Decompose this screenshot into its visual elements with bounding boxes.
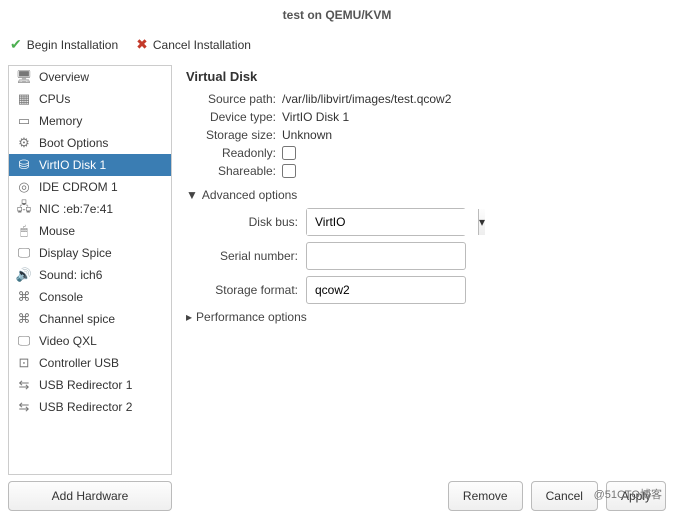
sidebar-item-label: Boot Options [39, 136, 108, 150]
device-icon: ⇆ [15, 377, 33, 393]
device-type-value: VirtIO Disk 1 [282, 110, 349, 124]
shareable-label: Shareable: [186, 164, 282, 178]
remove-button[interactable]: Remove [448, 481, 523, 511]
sidebar-item-label: USB Redirector 2 [39, 400, 132, 414]
device-icon: ⛁ [15, 157, 33, 173]
device-icon: ⌘ [15, 311, 33, 327]
sidebar-item-label: Memory [39, 114, 82, 128]
device-icon: ◎ [15, 179, 33, 195]
sidebar-item-label: Channel spice [39, 312, 115, 326]
sidebar-item[interactable]: 🖧 NIC :eb:7e:41 [9, 198, 171, 220]
cancel-installation-label: Cancel Installation [153, 38, 251, 52]
sidebar-item-label: Console [39, 290, 83, 304]
storage-format-input[interactable] [306, 276, 466, 304]
sidebar-item-label: VirtIO Disk 1 [39, 158, 106, 172]
chevron-down-icon: ▾ [479, 215, 485, 229]
apply-button[interactable]: Apply [606, 481, 666, 511]
sidebar-item-label: Display Spice [39, 246, 112, 260]
sidebar: 🖥 Overview ▦ CPUs ▭ Memory ⚙ Boot Options ⛁ VirtI… [8, 65, 172, 475]
device-list: 🖥 Overview ▦ CPUs ▭ Memory ⚙ Boot Options ⛁ VirtI… [9, 66, 171, 474]
sidebar-item[interactable]: 🖱 Mouse [9, 220, 171, 242]
disk-bus-dropdown-button[interactable]: ▾ [478, 209, 485, 235]
readonly-label: Readonly: [186, 146, 282, 160]
sidebar-item[interactable]: 🖵 Video QXL [9, 330, 171, 352]
cancel-icon: ✖ [136, 36, 148, 53]
advanced-options-toggle[interactable]: ▼ Advanced options [186, 188, 660, 202]
check-icon: ✔ [10, 36, 22, 53]
device-icon: 🖵 [15, 333, 33, 349]
chevron-down-icon: ▼ [186, 188, 198, 202]
device-icon: 🔊 [15, 267, 33, 283]
sidebar-item[interactable]: ⇆ USB Redirector 1 [9, 374, 171, 396]
details-panel: Virtual Disk Source path: /var/lib/libvi… [180, 65, 666, 475]
device-icon: ⊡ [15, 355, 33, 371]
device-icon: 🖥 [15, 69, 33, 85]
sidebar-item-label: Controller USB [39, 356, 119, 370]
sidebar-item[interactable]: ⌘ Channel spice [9, 308, 171, 330]
storage-size-value: Unknown [282, 128, 332, 142]
device-type-label: Device type: [186, 110, 282, 124]
begin-installation-label: Begin Installation [27, 38, 118, 52]
sidebar-item[interactable]: ▭ Memory [9, 110, 171, 132]
sidebar-item[interactable]: ▦ CPUs [9, 88, 171, 110]
source-path-value: /var/lib/libvirt/images/test.qcow2 [282, 92, 451, 106]
sidebar-item[interactable]: 🖵 Display Spice [9, 242, 171, 264]
device-icon: ⚙ [15, 135, 33, 151]
device-icon: 🖵 [15, 245, 33, 261]
disk-bus-label: Disk bus: [186, 215, 306, 229]
sidebar-item[interactable]: 🔊 Sound: ich6 [9, 264, 171, 286]
serial-number-input[interactable] [306, 242, 466, 270]
sidebar-item[interactable]: ⊡ Controller USB [9, 352, 171, 374]
cancel-button[interactable]: Cancel [531, 481, 598, 511]
performance-options-label: Performance options [196, 310, 307, 324]
sidebar-item-label: IDE CDROM 1 [39, 180, 118, 194]
sidebar-item[interactable]: 🖥 Overview [9, 66, 171, 88]
performance-options-toggle[interactable]: ▸ Performance options [186, 310, 660, 324]
chevron-right-icon: ▸ [186, 310, 192, 324]
advanced-options-label: Advanced options [202, 188, 297, 202]
sidebar-item-label: Overview [39, 70, 89, 84]
serial-number-label: Serial number: [186, 249, 306, 263]
readonly-checkbox[interactable] [282, 146, 296, 160]
sidebar-item[interactable]: ◎ IDE CDROM 1 [9, 176, 171, 198]
sidebar-item[interactable]: ⇆ USB Redirector 2 [9, 396, 171, 418]
sidebar-item-label: USB Redirector 1 [39, 378, 132, 392]
sidebar-item-label: CPUs [39, 92, 70, 106]
device-icon: ⇆ [15, 399, 33, 415]
section-title: Virtual Disk [186, 69, 660, 84]
disk-bus-input[interactable] [307, 209, 478, 235]
device-icon: ⌘ [15, 289, 33, 305]
cancel-installation-button[interactable]: ✖ Cancel Installation [136, 36, 251, 53]
shareable-checkbox[interactable] [282, 164, 296, 178]
sidebar-item[interactable]: ⌘ Console [9, 286, 171, 308]
device-icon: 🖱 [15, 223, 33, 239]
device-icon: ▦ [15, 91, 33, 107]
device-icon: ▭ [15, 113, 33, 129]
add-hardware-button[interactable]: Add Hardware [8, 481, 172, 511]
sidebar-item-label: Video QXL [39, 334, 97, 348]
toolbar: ✔ Begin Installation ✖ Cancel Installati… [0, 30, 674, 65]
storage-format-label: Storage format: [186, 283, 306, 297]
sidebar-item-label: NIC :eb:7e:41 [39, 202, 113, 216]
begin-installation-button[interactable]: ✔ Begin Installation [10, 36, 118, 53]
storage-size-label: Storage size: [186, 128, 282, 142]
sidebar-item[interactable]: ⚙ Boot Options [9, 132, 171, 154]
window-title: test on QEMU/KVM [0, 0, 674, 30]
disk-bus-combo[interactable]: ▾ [306, 208, 466, 236]
sidebar-item-label: Mouse [39, 224, 75, 238]
sidebar-item[interactable]: ⛁ VirtIO Disk 1 [9, 154, 171, 176]
source-path-label: Source path: [186, 92, 282, 106]
sidebar-item-label: Sound: ich6 [39, 268, 102, 282]
device-icon: 🖧 [15, 201, 33, 217]
